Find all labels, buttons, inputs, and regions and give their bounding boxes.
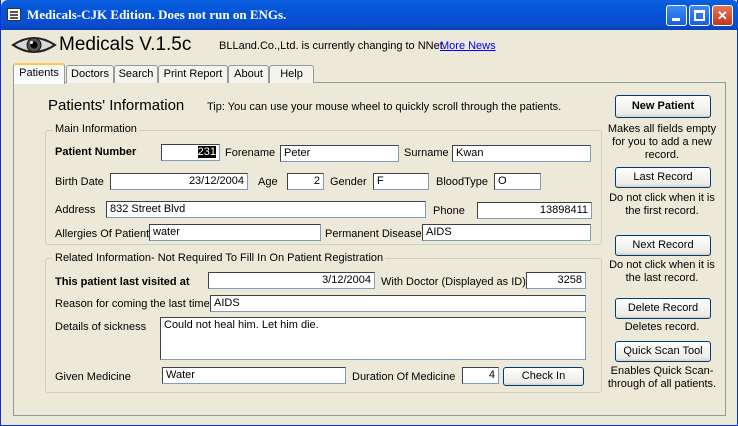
allergies-label: Allergies Of Patient: [55, 228, 150, 240]
patient-number-label: Patient Number: [55, 146, 137, 158]
reason-label: Reason for coming the last time: [55, 298, 210, 310]
more-news-link[interactable]: More News: [440, 40, 496, 52]
duration-field[interactable]: 4: [462, 367, 499, 384]
address-label: Address: [55, 204, 96, 216]
address-field[interactable]: 832 Street Blvd: [106, 201, 426, 218]
new-patient-button[interactable]: New Patient: [615, 95, 711, 118]
tab-help[interactable]: Help: [269, 65, 314, 83]
patient-number-value: 231: [197, 146, 216, 158]
phone-field[interactable]: 13898411: [477, 202, 592, 219]
title-bar[interactable]: Medicals-CJK Edition. Does not run on EN…: [1, 0, 738, 30]
page-heading: Patients' Information: [48, 97, 185, 114]
age-label: Age: [258, 176, 278, 188]
tip-text: Tip: You can use your mouse wheel to qui…: [207, 101, 562, 113]
maximize-button[interactable]: [689, 5, 710, 26]
reason-field[interactable]: AIDS: [210, 295, 586, 312]
bloodtype-field[interactable]: O: [494, 173, 541, 190]
age-field[interactable]: 2: [287, 173, 324, 190]
app-brand-title: Medicals V.1.5c: [59, 34, 192, 55]
doctor-id-field[interactable]: 3258: [526, 272, 586, 289]
eye-icon: [11, 37, 57, 53]
patient-number-field[interactable]: 231: [161, 144, 220, 161]
minimize-button[interactable]: [666, 5, 687, 26]
permanent-disease-field[interactable]: AIDS: [422, 224, 591, 241]
tab-about[interactable]: About: [228, 65, 269, 83]
last-visited-label: This patient last visited at: [55, 276, 190, 288]
main-information-title: Main Information: [53, 123, 139, 135]
check-in-button[interactable]: Check In: [503, 367, 584, 386]
details-textarea[interactable]: Could not heal him. Let him die.: [160, 317, 586, 360]
app-window: Medicals-CJK Edition. Does not run on EN…: [0, 0, 738, 426]
birth-date-label: Birth Date: [55, 176, 104, 188]
gender-label: Gender: [330, 176, 367, 188]
details-label: Details of sickness: [55, 321, 147, 333]
related-information-title: Related Information- Not Required To Fil…: [53, 252, 386, 264]
forename-field[interactable]: Peter: [280, 145, 399, 162]
gender-field[interactable]: F: [373, 173, 429, 190]
forename-label: Forename: [225, 147, 276, 159]
last-record-description: Do not click when it is the first record…: [609, 192, 715, 217]
quick-scan-button[interactable]: Quick Scan Tool: [615, 341, 711, 362]
app-icon[interactable]: [7, 8, 21, 21]
doctor-id-label: With Doctor (Displayed as ID): [381, 276, 526, 288]
delete-record-description: Deletes record.: [624, 321, 700, 333]
last-visited-field[interactable]: 3/12/2004: [208, 272, 375, 289]
close-button[interactable]: ✕: [712, 5, 733, 26]
next-record-description: Do not click when it is the last record.: [609, 259, 715, 284]
surname-label: Surname: [404, 147, 449, 159]
next-record-button[interactable]: Next Record: [615, 235, 711, 256]
tab-search[interactable]: Search: [114, 65, 158, 83]
last-record-button[interactable]: Last Record: [615, 167, 711, 188]
duration-label: Duration Of Medicine: [352, 371, 456, 383]
birth-date-field[interactable]: 23/12/2004: [110, 173, 248, 190]
minimize-icon: [672, 18, 680, 21]
new-patient-description: Makes all fields empty for you to add a …: [607, 123, 717, 161]
tab-patients[interactable]: Patients: [13, 63, 65, 84]
given-medicine-label: Given Medicine: [55, 371, 131, 383]
tab-doctors[interactable]: Doctors: [66, 65, 114, 83]
bloodtype-label: BloodType: [436, 176, 488, 188]
close-icon: ✕: [717, 8, 728, 23]
allergies-field[interactable]: water: [149, 224, 321, 241]
tab-print-report[interactable]: Print Report: [158, 65, 228, 83]
window-title: Medicals-CJK Edition. Does not run on EN…: [27, 7, 287, 22]
brand-message: BLLand.Co.,Ltd. is currently changing to…: [219, 40, 446, 52]
phone-label: Phone: [433, 205, 465, 217]
quick-scan-description: Enables Quick Scan-through of all patien…: [607, 365, 717, 390]
surname-field[interactable]: Kwan: [452, 145, 591, 162]
permanent-disease-label: Permanent Disease: [325, 228, 422, 240]
given-medicine-field[interactable]: Water: [162, 367, 346, 384]
maximize-icon: [694, 10, 705, 21]
delete-record-button[interactable]: Delete Record: [615, 298, 711, 319]
